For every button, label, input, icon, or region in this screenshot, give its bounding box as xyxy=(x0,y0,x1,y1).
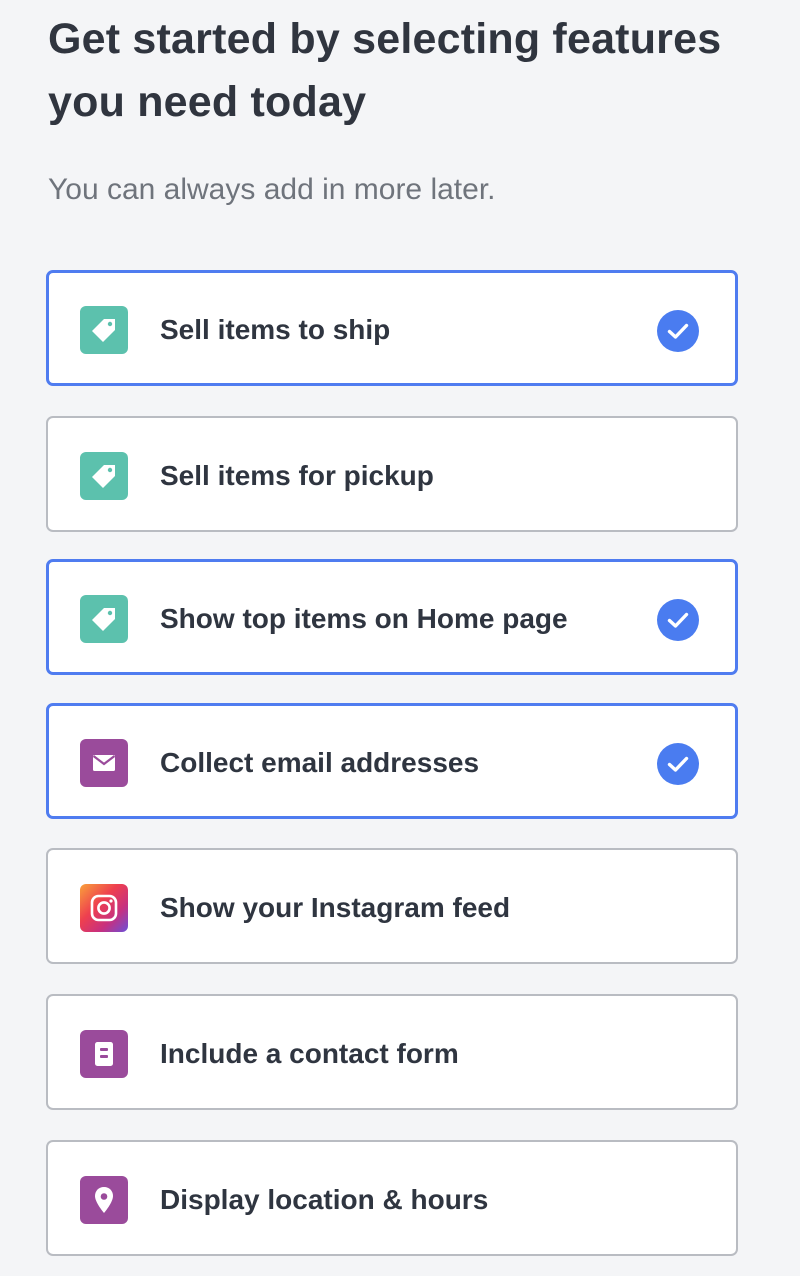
location-pin-icon xyxy=(80,1176,128,1224)
feature-option-collect-email[interactable]: Collect email addresses xyxy=(46,703,738,819)
envelope-icon xyxy=(80,739,128,787)
feature-option-location-hours[interactable]: Display location & hours xyxy=(46,1140,738,1256)
feature-label: Display location & hours xyxy=(160,1184,489,1215)
tag-icon xyxy=(80,452,128,500)
tag-icon xyxy=(80,306,128,354)
feature-option-instagram-feed[interactable]: Show your Instagram feed xyxy=(46,848,738,964)
feature-option-sell-items-to-ship[interactable]: Sell items to ship xyxy=(46,270,738,386)
checkmark-icon xyxy=(657,310,699,352)
feature-label: Show top items on Home page xyxy=(160,603,568,634)
feature-label: Collect email addresses xyxy=(160,747,480,778)
checkmark-icon xyxy=(657,743,699,785)
form-icon xyxy=(80,1030,128,1078)
feature-option-sell-items-for-pickup[interactable]: Sell items for pickup xyxy=(46,416,738,532)
feature-option-contact-form[interactable]: Include a contact form xyxy=(46,994,738,1110)
feature-label: Show your Instagram feed xyxy=(160,892,511,923)
feature-label: Sell items for pickup xyxy=(160,460,434,491)
feature-option-show-top-items[interactable]: Show top items on Home page xyxy=(46,559,738,675)
page-title: Get started by selecting features you ne… xyxy=(48,15,722,126)
instagram-icon xyxy=(80,884,128,932)
feature-label: Include a contact form xyxy=(160,1038,459,1069)
page-subtitle: You can always add in more later. xyxy=(48,173,496,206)
checkmark-icon xyxy=(657,599,699,641)
feature-label: Sell items to ship xyxy=(160,314,391,345)
feature-selection-page: Get started by selecting features you ne… xyxy=(0,0,800,1276)
tag-icon xyxy=(80,595,128,643)
